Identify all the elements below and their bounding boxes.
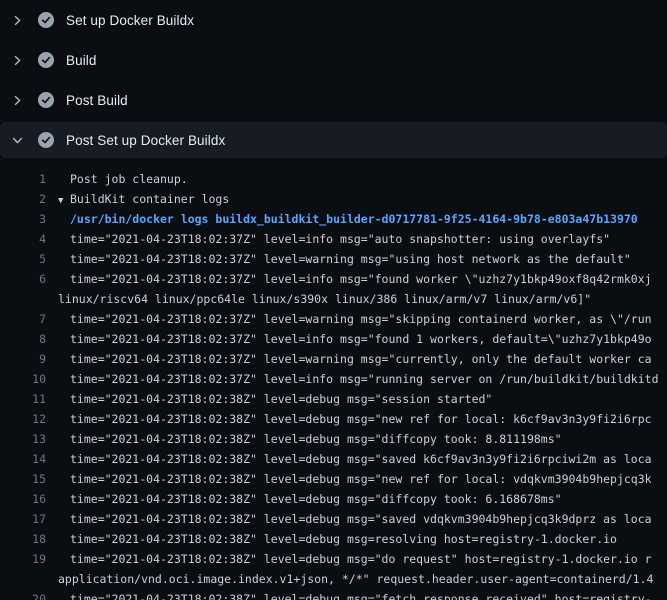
log-line: 9time="2021-04-23T18:02:37Z" level=warni… [0, 349, 667, 369]
log-text: time="2021-04-23T18:02:38Z" level=debug … [46, 389, 492, 409]
line-number[interactable]: 13 [0, 429, 46, 449]
line-number[interactable]: 7 [0, 309, 46, 329]
log-text: time="2021-04-23T18:02:37Z" level=warnin… [46, 309, 652, 329]
log-text: time="2021-04-23T18:02:37Z" level=warnin… [46, 349, 652, 369]
log-line: 8time="2021-04-23T18:02:37Z" level=info … [0, 329, 667, 349]
line-number[interactable]: 9 [0, 349, 46, 369]
log-text: time="2021-04-23T18:02:38Z" level=debug … [46, 589, 652, 600]
chevron-right-icon [10, 53, 24, 67]
chevron-down-icon [10, 133, 24, 147]
log-text: time="2021-04-23T18:02:38Z" level=debug … [46, 429, 562, 449]
log-line: 16time="2021-04-23T18:02:38Z" level=debu… [0, 489, 667, 509]
step-set-up-docker-buildx[interactable]: Set up Docker Buildx [0, 0, 667, 40]
log-line: 17time="2021-04-23T18:02:38Z" level=debu… [0, 509, 667, 529]
check-circle-icon [38, 52, 54, 68]
log-text: time="2021-04-23T18:02:38Z" level=debug … [46, 549, 652, 569]
log-text: time="2021-04-23T18:02:37Z" level=info m… [46, 329, 652, 349]
log-line: 4time="2021-04-23T18:02:37Z" level=info … [0, 229, 667, 249]
step-label: Post Build [66, 93, 128, 108]
log-line-group-toggle[interactable]: 2▼BuildKit container logs [0, 189, 667, 209]
line-number[interactable]: 15 [0, 469, 46, 489]
log-line-wrap: application/vnd.oci.image.index.v1+json,… [0, 569, 667, 589]
line-number[interactable]: 1 [0, 169, 46, 189]
log-text: application/vnd.oci.image.index.v1+json,… [34, 569, 653, 589]
log-line: 1Post job cleanup. [0, 169, 667, 189]
step-post-set-up-docker-buildx[interactable]: Post Set up Docker Buildx [0, 122, 667, 158]
line-number[interactable]: 5 [0, 249, 46, 269]
log-text: time="2021-04-23T18:02:38Z" level=debug … [46, 529, 617, 549]
steps-list: Set up Docker Buildx Build Post Build Po… [0, 0, 667, 158]
log-line: 19time="2021-04-23T18:02:38Z" level=debu… [0, 549, 667, 569]
step-post-build[interactable]: Post Build [0, 80, 667, 120]
log-viewer: 1Post job cleanup.2▼BuildKit container l… [0, 160, 667, 600]
log-lines: 1Post job cleanup.2▼BuildKit container l… [0, 169, 667, 600]
log-line: 5time="2021-04-23T18:02:37Z" level=warni… [0, 249, 667, 269]
chevron-right-icon [10, 93, 24, 107]
log-text: time="2021-04-23T18:02:38Z" level=debug … [46, 469, 652, 489]
log-line: 20time="2021-04-23T18:02:38Z" level=debu… [0, 589, 667, 600]
line-number[interactable]: 18 [0, 529, 46, 549]
line-number[interactable]: 16 [0, 489, 46, 509]
log-line: 12time="2021-04-23T18:02:38Z" level=debu… [0, 409, 667, 429]
log-text: time="2021-04-23T18:02:38Z" level=debug … [46, 449, 652, 469]
step-label: Post Set up Docker Buildx [66, 133, 225, 148]
log-text: time="2021-04-23T18:02:37Z" level=info m… [46, 369, 659, 389]
line-number[interactable]: 3 [0, 209, 46, 229]
log-line: 7time="2021-04-23T18:02:37Z" level=warni… [0, 309, 667, 329]
log-text: time="2021-04-23T18:02:37Z" level=warnin… [46, 249, 631, 269]
log-text: Post job cleanup. [46, 169, 188, 189]
check-circle-icon [38, 12, 54, 28]
chevron-right-icon [10, 13, 24, 27]
line-number[interactable]: 12 [0, 409, 46, 429]
group-caret-icon: ▼ [58, 191, 70, 209]
line-number[interactable]: 6 [0, 269, 46, 289]
step-build[interactable]: Build [0, 40, 667, 80]
log-line: 13time="2021-04-23T18:02:38Z" level=debu… [0, 429, 667, 449]
check-circle-icon [38, 132, 54, 148]
log-line-command[interactable]: 3/usr/bin/docker logs buildx_buildkit_bu… [0, 209, 667, 229]
log-line: 15time="2021-04-23T18:02:38Z" level=debu… [0, 469, 667, 489]
line-number[interactable]: 20 [0, 589, 46, 600]
log-line-wrap: linux/riscv64 linux/ppc64le linux/s390x … [0, 289, 667, 309]
log-text: time="2021-04-23T18:02:38Z" level=debug … [46, 409, 652, 429]
line-number[interactable]: 11 [0, 389, 46, 409]
log-text: time="2021-04-23T18:02:38Z" level=debug … [46, 489, 562, 509]
line-number[interactable]: 2 [0, 189, 46, 209]
step-label: Build [66, 53, 97, 68]
log-line: 11time="2021-04-23T18:02:38Z" level=debu… [0, 389, 667, 409]
line-number[interactable]: 8 [0, 329, 46, 349]
log-text: time="2021-04-23T18:02:37Z" level=info m… [46, 229, 610, 249]
log-line: 14time="2021-04-23T18:02:38Z" level=debu… [0, 449, 667, 469]
line-number[interactable]: 17 [0, 509, 46, 529]
log-line: 10time="2021-04-23T18:02:37Z" level=info… [0, 369, 667, 389]
line-number[interactable]: 19 [0, 549, 46, 569]
line-number[interactable]: 14 [0, 449, 46, 469]
log-line: 18time="2021-04-23T18:02:38Z" level=debu… [0, 529, 667, 549]
log-text: time="2021-04-23T18:02:38Z" level=debug … [46, 509, 652, 529]
log-text: /usr/bin/docker logs buildx_buildkit_bui… [46, 209, 638, 229]
log-line: 6time="2021-04-23T18:02:37Z" level=info … [0, 269, 667, 289]
log-text: ▼BuildKit container logs [46, 189, 229, 209]
check-circle-icon [38, 92, 54, 108]
log-text: time="2021-04-23T18:02:37Z" level=info m… [46, 269, 652, 289]
line-number[interactable]: 10 [0, 369, 46, 389]
log-text: linux/riscv64 linux/ppc64le linux/s390x … [34, 289, 591, 309]
step-label: Set up Docker Buildx [66, 13, 194, 28]
line-number[interactable]: 4 [0, 229, 46, 249]
